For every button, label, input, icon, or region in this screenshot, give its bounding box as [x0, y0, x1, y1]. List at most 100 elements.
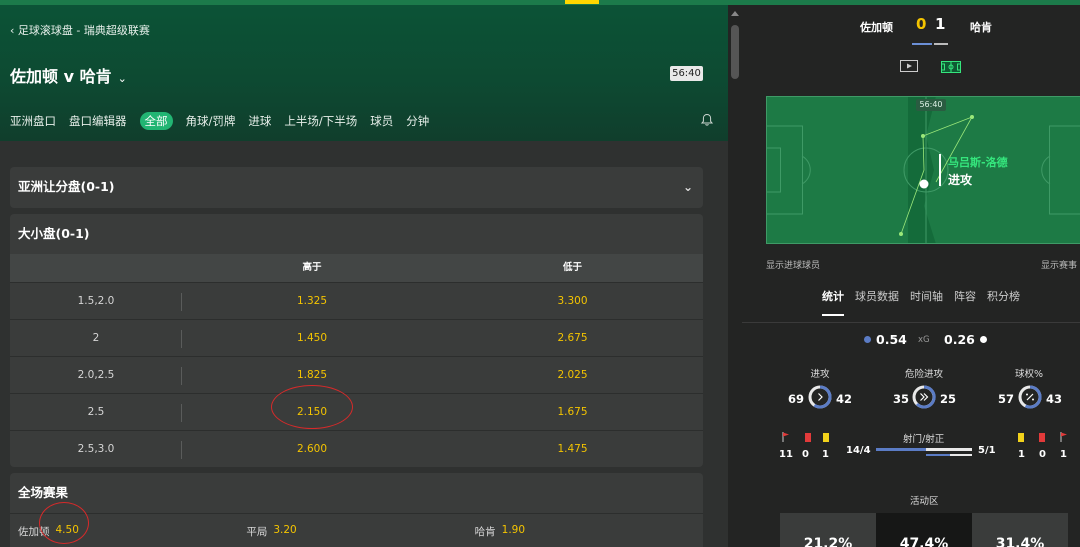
odds-under[interactable]: 2.675: [442, 332, 703, 344]
away-dot-icon: [979, 336, 987, 343]
scroll-up-icon[interactable]: [731, 11, 739, 16]
odds-over[interactable]: 1.450: [182, 332, 442, 344]
scrollbar[interactable]: [728, 5, 742, 547]
header-over: 高于: [302, 262, 322, 273]
market-header[interactable]: 亚洲让分盘(0-1) ⌄: [10, 167, 703, 207]
tab-all[interactable]: 全部: [139, 112, 173, 130]
odds-over[interactable]: 1.825: [182, 369, 442, 381]
tab-stats[interactable]: 统计: [822, 288, 844, 316]
home-team: 佐加顿: [860, 21, 893, 34]
percent-icon: [1018, 385, 1042, 409]
selection-away[interactable]: 哈肯 1.90: [475, 524, 703, 539]
shots-home: 14/4: [846, 445, 871, 456]
double-chevron-icon: [912, 385, 936, 409]
score-underline: [934, 43, 948, 45]
line-label: 1.5,2.0: [10, 283, 182, 320]
full-time-row: 佐加顿 4.50 平局 3.20 哈肯 1.90: [10, 513, 703, 547]
selection-odds: 3.20: [273, 524, 297, 536]
market-full-time: 全场赛果 佐加顿 4.50 平局 3.20 哈肯 1.90: [10, 473, 703, 547]
player-action: 进攻: [948, 173, 973, 187]
activity-zone-home: 21.2%: [780, 513, 876, 547]
back-chevron-icon: ‹: [10, 24, 18, 37]
away-yellow: 1: [1018, 449, 1025, 460]
show-events-link[interactable]: 显示赛事: [1041, 258, 1077, 271]
corner-flag-icon: [1060, 432, 1067, 442]
xg-home-value: 0.54: [876, 332, 907, 347]
table-row: 2.0,2.5 1.825 2.025: [10, 356, 703, 393]
tab-halves[interactable]: 上半场/下半场: [284, 110, 357, 132]
tab-lineups[interactable]: 阵容: [954, 288, 976, 316]
chevron-down-icon: ⌄: [117, 72, 127, 85]
scroll-thumb[interactable]: [731, 25, 739, 79]
odds-over[interactable]: 1.325: [182, 295, 442, 307]
stat-away: 25: [940, 392, 957, 406]
table-header: 高于 低于: [10, 254, 703, 282]
stat-label: 危险进攻: [904, 369, 943, 380]
match-centre: 佐加顿 0 1 哈肯 56:40 马吕斯-洛德 进攻 显示进球球员 显示赛事 统…: [742, 5, 1080, 547]
pitch-tracker-icon[interactable]: [941, 61, 961, 73]
red-card-icon: [1039, 433, 1045, 442]
activity-label: 活动区: [910, 496, 939, 507]
selection-name: 平局: [246, 526, 268, 538]
odds-under[interactable]: 2.025: [442, 369, 703, 381]
annotation-circle: [39, 502, 89, 544]
match-header: ‹ 足球滚球盘 - 瑞典超级联赛 佐加顿 v 哈肯 ⌄ 56:40 亚洲盘口 盘口…: [0, 5, 728, 141]
line-label: 2.0,2.5: [10, 357, 182, 394]
red-card-icon: [805, 433, 811, 442]
tab-goals[interactable]: 进球: [248, 110, 271, 132]
markets-pane: ‹ 足球滚球盘 - 瑞典超级联赛 佐加顿 v 哈肯 ⌄ 56:40 亚洲盘口 盘口…: [0, 5, 728, 547]
tab-timeline[interactable]: 时间轴: [910, 288, 943, 316]
xg-home: 0.54: [864, 332, 907, 347]
chevron-down-icon[interactable]: ⌄: [683, 167, 693, 207]
corner-flag-icon: [782, 432, 789, 442]
market-asian-handicap[interactable]: 亚洲让分盘(0-1) ⌄: [10, 167, 703, 208]
tab-corners-cards[interactable]: 角球/罚牌: [186, 110, 236, 132]
table-row: 2 1.450 2.675: [10, 319, 703, 356]
tab-asian[interactable]: 亚洲盘口: [10, 110, 56, 132]
tab-players[interactable]: 球员: [370, 110, 393, 132]
shots-away: 5/1: [978, 445, 996, 456]
odds-over[interactable]: 2.600: [182, 443, 442, 455]
tab-standings[interactable]: 积分榜: [987, 288, 1020, 316]
stat-home: 69: [788, 392, 805, 406]
bell-icon[interactable]: [700, 113, 714, 127]
line-label: 2.5,3.0: [10, 431, 182, 468]
stat-away: 42: [836, 392, 853, 406]
table-row: 2.5,3.0 2.600 1.475: [10, 430, 703, 467]
divider: [742, 322, 1080, 323]
odds-under[interactable]: 3.300: [442, 295, 703, 307]
tab-player-stats[interactable]: 球员数据: [855, 288, 899, 316]
stat-label: 进攻: [810, 369, 830, 380]
xg-away-value: 0.26: [944, 332, 975, 347]
odds-under[interactable]: 1.675: [442, 406, 703, 418]
video-icon[interactable]: [900, 60, 918, 72]
breadcrumb[interactable]: ‹ 足球滚球盘 - 瑞典超级联赛: [10, 22, 150, 38]
pitch-clock: 56:40: [916, 99, 946, 111]
stat-home: 35: [893, 392, 910, 406]
xg-label: xG: [918, 335, 930, 345]
market-over-under: 大小盘(0-1) 高于 低于 1.5,2.0 1.325 3.300 2 1.4…: [10, 214, 703, 467]
home-corners: 11: [779, 449, 793, 460]
market-title: 亚洲让分盘(0-1): [18, 179, 115, 194]
market-title: 大小盘(0-1): [18, 226, 90, 241]
market-header[interactable]: 全场赛果: [10, 473, 703, 513]
app-root: ‹ 足球滚球盘 - 瑞典超级联赛 佐加顿 v 哈肯 ⌄ 56:40 亚洲盘口 盘口…: [0, 0, 1080, 547]
away-corners: 1: [1060, 449, 1067, 460]
market-header[interactable]: 大小盘(0-1): [10, 214, 703, 254]
page-title[interactable]: 佐加顿 v 哈肯 ⌄: [10, 63, 127, 87]
market-tabs: 亚洲盘口 盘口编辑器 全部 角球/罚牌 进球 上半场/下半场 球员 分钟: [10, 110, 442, 132]
show-goal-scorers-link[interactable]: 显示进球球员: [766, 258, 820, 271]
tab-minutes[interactable]: 分钟: [406, 110, 429, 132]
line-label: 2: [10, 320, 182, 357]
pitch-tracker: 56:40 马吕斯-洛德 进攻: [766, 96, 1080, 244]
tab-bet-builder[interactable]: 盘口编辑器: [69, 110, 127, 132]
chevron-icon: [808, 385, 832, 409]
selection-draw[interactable]: 平局 3.20: [246, 524, 474, 539]
home-yellow: 1: [822, 449, 829, 460]
annotation-circle: [271, 385, 353, 429]
odds-under[interactable]: 1.475: [442, 443, 703, 455]
home-score: 0: [916, 15, 927, 33]
activity-zone-away: 31.4%: [972, 513, 1068, 547]
yellow-card-icon: [823, 433, 829, 442]
stat-away: 43: [1046, 392, 1063, 406]
